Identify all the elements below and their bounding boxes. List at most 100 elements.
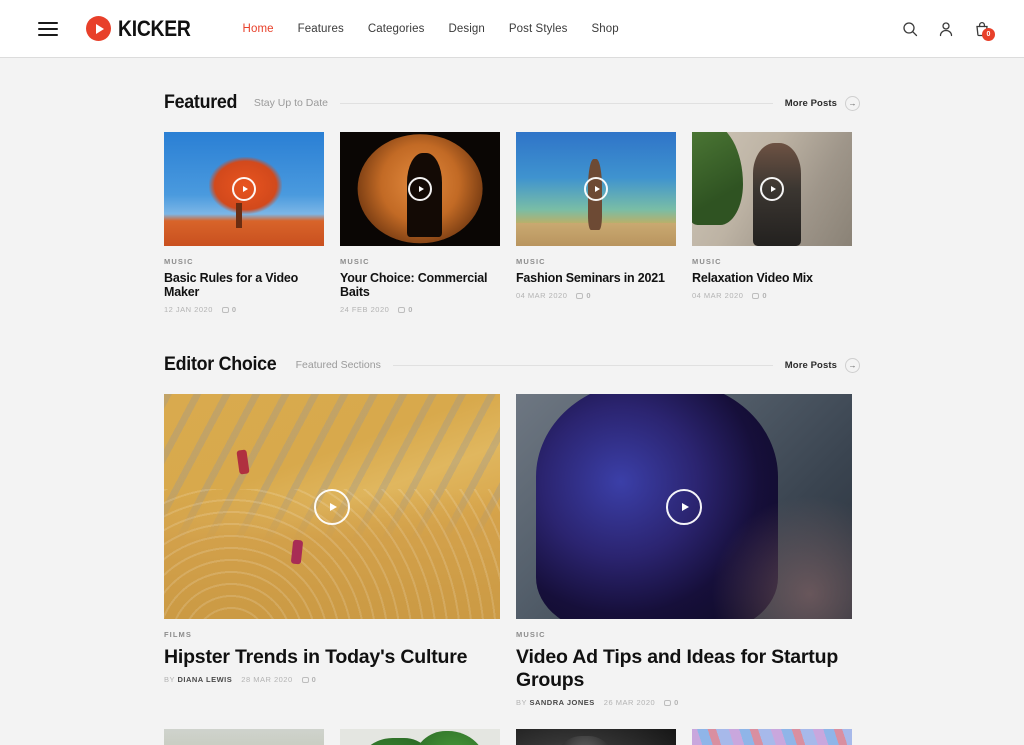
author-name: DIANA LEWIS [177, 675, 233, 684]
card-title[interactable]: Your Choice: Commercial Baits [340, 271, 500, 299]
user-icon[interactable] [938, 21, 954, 37]
card-meta: BY DIANA LEWIS 28 MAR 2020 0 [164, 675, 500, 684]
card-meta: 12 JAN 2020 0 [164, 305, 324, 314]
comment-number: 0 [231, 305, 237, 314]
more-posts-label: More Posts [784, 359, 837, 371]
play-button-icon[interactable] [666, 488, 702, 525]
card-date: 26 MAR 2020 [603, 698, 656, 707]
editor-choice-more-posts-button[interactable]: More Posts → [784, 357, 860, 373]
image-detail [290, 539, 303, 565]
comment-icon [301, 676, 309, 683]
card-date: 28 MAR 2020 [241, 675, 293, 684]
featured-card[interactable]: Music Relaxation Video Mix 04 MAR 2020 0 [692, 132, 852, 314]
hamburger-bar [38, 27, 58, 30]
cart-count-badge: 0 [982, 28, 995, 41]
nav-item-categories[interactable]: Categories [368, 23, 425, 35]
comment-number: 0 [674, 698, 679, 707]
card-category[interactable]: Films [164, 630, 500, 639]
card-author[interactable]: BY DIANA LEWIS [164, 675, 232, 684]
featured-card[interactable]: Music Fashion Seminars in 2021 04 MAR 20… [516, 132, 676, 314]
card-thumbnail[interactable] [164, 132, 324, 246]
card-thumbnail[interactable] [340, 132, 500, 246]
card-category[interactable]: Music [340, 257, 500, 266]
comment-count: 0 [398, 305, 413, 314]
card-title[interactable]: Fashion Seminars in 2021 [516, 271, 676, 285]
nav-item-home[interactable]: Home [243, 23, 274, 35]
card-image [340, 729, 500, 745]
card-thumbnail[interactable] [516, 729, 676, 745]
card-thumbnail[interactable] [516, 394, 852, 619]
comment-number: 0 [586, 291, 592, 300]
card-thumbnail[interactable] [692, 729, 852, 745]
card-category[interactable]: Music [164, 257, 324, 266]
site-header: KICKER Home Features Categories Design P… [0, 0, 1024, 58]
divider [339, 102, 773, 104]
nav-item-post-styles[interactable]: Post Styles [509, 23, 568, 35]
featured-section-header: Featured Stay Up to Date More Posts → [164, 92, 860, 114]
comment-icon [221, 306, 229, 313]
play-logo-icon [86, 16, 111, 41]
author-prefix: BY [164, 675, 175, 684]
card-title[interactable]: Basic Rules for a Video Maker [164, 271, 324, 299]
card-meta: 24 FEB 2020 0 [340, 305, 500, 314]
nav-item-shop[interactable]: Shop [591, 23, 618, 35]
play-triangle [95, 23, 104, 34]
play-button-icon[interactable] [314, 488, 350, 525]
comment-icon [576, 292, 584, 299]
comment-icon [752, 292, 760, 299]
hamburger-bar [38, 21, 58, 24]
featured-more-posts-button[interactable]: More Posts → [784, 95, 860, 111]
card-title[interactable]: Relaxation Video Mix [692, 271, 852, 285]
featured-card[interactable]: Music Your Choice: Commercial Baits 24 F… [340, 132, 500, 314]
comment-count: 0 [576, 291, 591, 300]
comment-count: 0 [301, 675, 317, 684]
site-logo[interactable]: KICKER [86, 16, 201, 42]
content-container: Featured Stay Up to Date More Posts → Mu… [164, 58, 860, 745]
nav-item-features[interactable]: Features [298, 23, 344, 35]
card-thumbnail[interactable] [692, 132, 852, 246]
card-date: 04 MAR 2020 [516, 291, 568, 300]
comment-count: 0 [664, 698, 679, 707]
author-prefix: BY [516, 698, 527, 707]
author-name: SANDRA JONES [529, 698, 595, 707]
card-image [516, 729, 676, 745]
card-date: 24 FEB 2020 [340, 305, 390, 314]
hamburger-menu-icon[interactable] [38, 21, 58, 36]
play-button-icon[interactable] [584, 177, 608, 201]
editor-choice-card[interactable]: Music Video Ad Tips and Ideas for Startu… [516, 394, 852, 707]
section-title: Editor Choice [164, 354, 277, 375]
comment-icon [398, 306, 406, 313]
play-button-icon[interactable] [760, 177, 784, 201]
logo-text: KICKER [118, 15, 191, 41]
arrow-right-icon: → [845, 357, 860, 373]
card-thumbnail[interactable] [340, 729, 500, 745]
card-thumbnail[interactable] [164, 394, 500, 619]
card-author[interactable]: BY SANDRA JONES [516, 698, 595, 707]
play-button-icon[interactable] [408, 177, 432, 201]
editor-choice-section-header: Editor Choice Featured Sections More Pos… [164, 354, 860, 376]
shopping-bag-icon[interactable]: 0 [974, 21, 995, 41]
search-icon[interactable] [902, 21, 918, 37]
card-thumbnail[interactable] [516, 132, 676, 246]
divider [392, 364, 773, 366]
card-title[interactable]: Video Ad Tips and Ideas for Startup Grou… [516, 646, 852, 692]
card-category[interactable]: Music [516, 630, 852, 639]
card-image [164, 729, 324, 745]
card-meta: BY SANDRA JONES 26 MAR 2020 0 [516, 698, 852, 707]
arrow-right-icon: → [845, 95, 860, 111]
card-meta: 04 MAR 2020 0 [516, 291, 676, 300]
card-category[interactable]: Music [692, 257, 852, 266]
card-title[interactable]: Hipster Trends in Today's Culture [164, 646, 500, 669]
editor-choice-card[interactable]: Films Hipster Trends in Today's Culture … [164, 394, 500, 707]
comment-count: 0 [221, 305, 237, 314]
featured-card[interactable]: Music Basic Rules for a Video Maker 12 J… [164, 132, 324, 314]
card-thumbnail[interactable] [164, 729, 324, 745]
comment-number: 0 [311, 675, 317, 684]
play-button-icon[interactable] [232, 177, 256, 201]
card-meta: 04 MAR 2020 0 [692, 291, 852, 300]
more-posts-label: More Posts [784, 97, 837, 109]
card-category[interactable]: Music [516, 257, 676, 266]
nav-item-design[interactable]: Design [448, 23, 484, 35]
comment-count: 0 [752, 291, 767, 300]
featured-grid: Music Basic Rules for a Video Maker 12 J… [164, 132, 860, 314]
